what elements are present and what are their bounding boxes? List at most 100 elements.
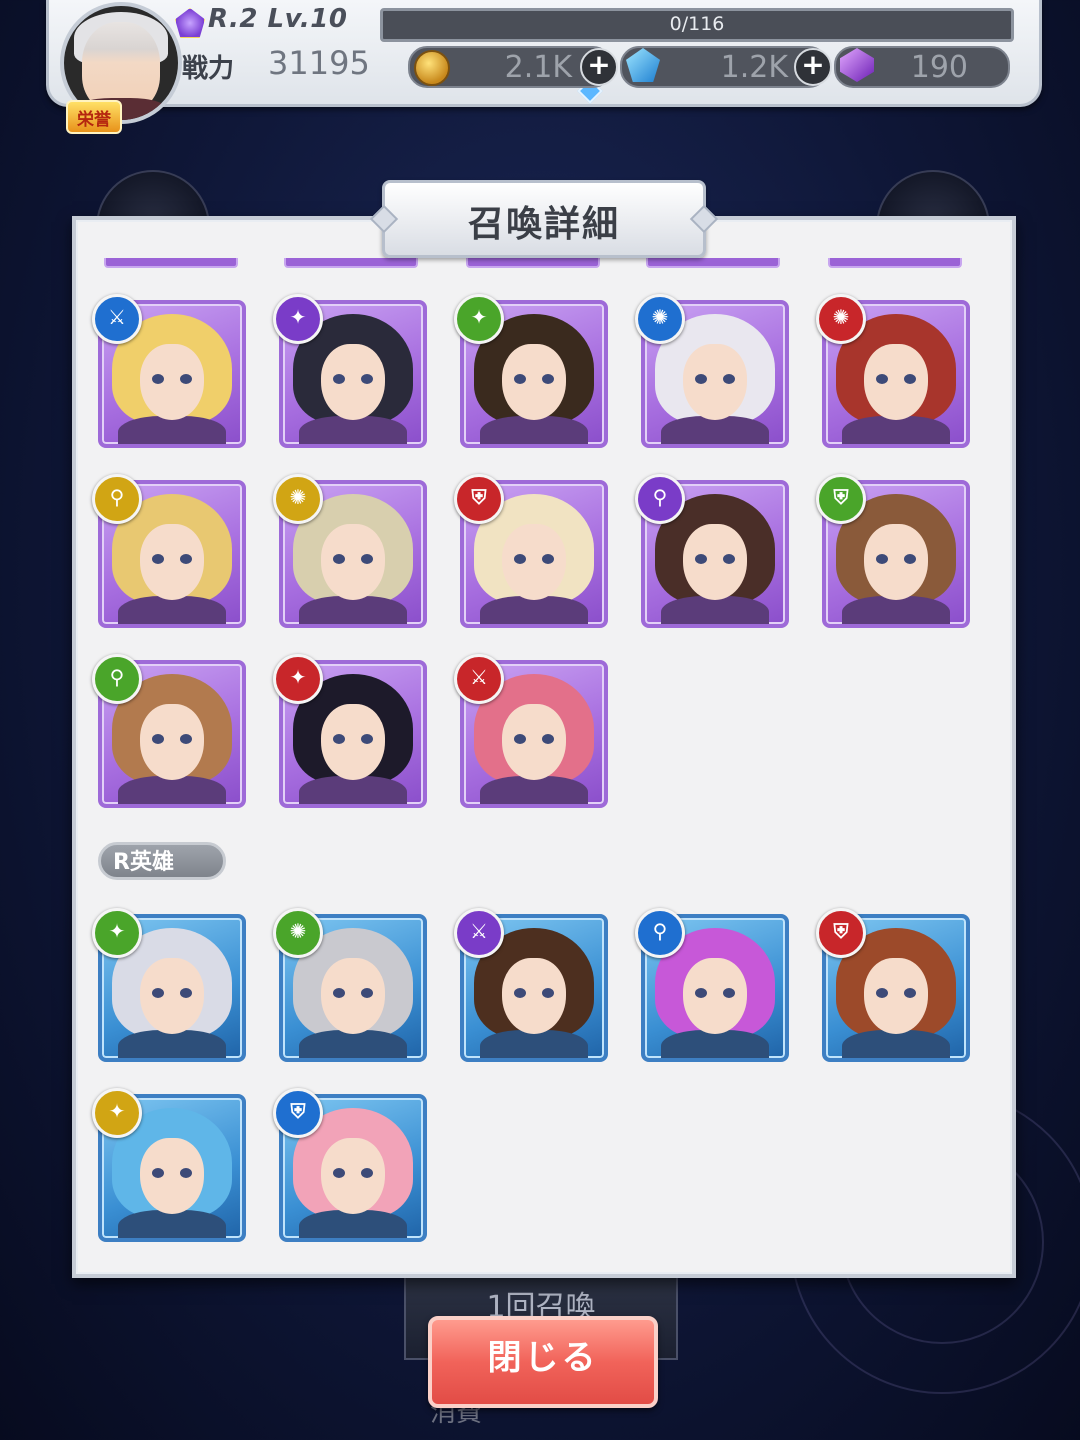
hero-body bbox=[842, 416, 950, 444]
hero-grid[interactable]: R英雄 ⚔ ✦ ✦ ✺ ✺ ⚲ ✺ ⛨ ⚲ ⛨ ⚲ ✦ ⚔ ✦ ✺ ⚔ ⚲ ⛨ ✦ ⛨ bbox=[76, 220, 1012, 1274]
hero-face bbox=[502, 704, 566, 780]
hero-eye bbox=[333, 374, 345, 384]
hero-eye bbox=[723, 988, 735, 998]
hero-body bbox=[842, 596, 950, 624]
sword-icon: ⚔ bbox=[92, 294, 142, 344]
hero-eye bbox=[904, 988, 916, 998]
add-crystal-button[interactable]: + bbox=[794, 48, 832, 86]
shield-icon: ⛨ bbox=[273, 1088, 323, 1138]
add-gold-button[interactable]: + bbox=[580, 48, 618, 86]
wings-icon: ✦ bbox=[92, 1088, 142, 1138]
hero-eye bbox=[180, 554, 192, 564]
honor-badge: 栄誉 bbox=[66, 100, 122, 134]
power-label: 戦力 bbox=[182, 54, 235, 84]
hero-eye bbox=[361, 734, 373, 744]
hero-face bbox=[140, 704, 204, 780]
staff-icon: ⚲ bbox=[92, 654, 142, 704]
hero-eye bbox=[695, 988, 707, 998]
staff-icon: ⚲ bbox=[635, 474, 685, 524]
hero-eye bbox=[361, 554, 373, 564]
hero-eye bbox=[361, 988, 373, 998]
hero-eye bbox=[514, 734, 526, 744]
wings-icon: ✦ bbox=[273, 294, 323, 344]
hero-eye bbox=[333, 988, 345, 998]
hero-body bbox=[480, 776, 588, 804]
hero-body bbox=[118, 416, 226, 444]
hero-body bbox=[480, 596, 588, 624]
hero-face bbox=[321, 704, 385, 780]
hero-face bbox=[140, 1138, 204, 1214]
summon-details-dialog: R英雄 ⚔ ✦ ✦ ✺ ✺ ⚲ ✺ ⛨ ⚲ ⛨ ⚲ ✦ ⚔ ✦ ✺ ⚔ ⚲ ⛨ ✦ ⛨ bbox=[72, 216, 1016, 1278]
shield-icon: ⛨ bbox=[816, 908, 866, 958]
hero-face bbox=[864, 958, 928, 1034]
hero-eye bbox=[695, 554, 707, 564]
shuriken-icon: ✺ bbox=[816, 294, 866, 344]
hero-eye bbox=[876, 554, 888, 564]
hero-eye bbox=[542, 374, 554, 384]
hero-face bbox=[502, 344, 566, 420]
hero-face bbox=[683, 524, 747, 600]
hero-face bbox=[683, 958, 747, 1034]
partial-hero-row bbox=[828, 258, 962, 268]
hero-eye bbox=[723, 554, 735, 564]
hero-eye bbox=[152, 554, 164, 564]
exp-bar: 0/116 bbox=[380, 8, 1014, 42]
hero-body bbox=[480, 1030, 588, 1058]
gem-icon bbox=[840, 48, 874, 82]
hero-body bbox=[661, 596, 769, 624]
partial-hero-row bbox=[646, 258, 780, 268]
hero-body bbox=[299, 1030, 407, 1058]
hero-eye bbox=[514, 554, 526, 564]
hero-face bbox=[321, 1138, 385, 1214]
hero-eye bbox=[904, 374, 916, 384]
hero-face bbox=[140, 958, 204, 1034]
staff-icon: ⚲ bbox=[92, 474, 142, 524]
hero-eye bbox=[876, 988, 888, 998]
hero-body bbox=[842, 1030, 950, 1058]
hero-face bbox=[864, 524, 928, 600]
hero-eye bbox=[361, 374, 373, 384]
hero-body bbox=[118, 596, 226, 624]
hero-face bbox=[321, 958, 385, 1034]
wings-icon: ✦ bbox=[454, 294, 504, 344]
partial-hero-row bbox=[466, 258, 600, 268]
hero-eye bbox=[361, 1168, 373, 1178]
hero-face bbox=[140, 344, 204, 420]
hero-body bbox=[299, 416, 407, 444]
hero-body bbox=[299, 776, 407, 804]
gold-value: 2.1K bbox=[504, 50, 572, 85]
shuriken-icon: ✺ bbox=[635, 294, 685, 344]
rank-level: R.2 Lv.10 bbox=[208, 4, 348, 34]
hero-eye bbox=[180, 1168, 192, 1178]
hero-eye bbox=[723, 374, 735, 384]
hero-face bbox=[683, 344, 747, 420]
hero-face bbox=[321, 524, 385, 600]
dialog-title: 召喚詳細 bbox=[467, 204, 620, 245]
gem-currency: 190 bbox=[834, 46, 1010, 88]
hero-eye bbox=[542, 554, 554, 564]
hero-face bbox=[502, 524, 566, 600]
hero-eye bbox=[152, 734, 164, 744]
hero-eye bbox=[333, 1168, 345, 1178]
crystal-icon bbox=[626, 48, 660, 82]
sword-icon: ⚔ bbox=[454, 654, 504, 704]
close-button[interactable]: 閉じる bbox=[428, 1316, 658, 1408]
hero-body bbox=[299, 596, 407, 624]
hero-eye bbox=[180, 734, 192, 744]
hero-eye bbox=[542, 988, 554, 998]
shield-icon: ⛨ bbox=[454, 474, 504, 524]
hero-eye bbox=[333, 734, 345, 744]
hero-eye bbox=[152, 374, 164, 384]
hero-body bbox=[480, 416, 588, 444]
shuriken-icon: ✺ bbox=[273, 908, 323, 958]
gold-coin-icon bbox=[414, 50, 450, 86]
dialog-title-plate: 召喚詳細 bbox=[382, 180, 706, 258]
wings-icon: ✦ bbox=[92, 908, 142, 958]
hero-face bbox=[864, 344, 928, 420]
staff-icon: ⚲ bbox=[635, 908, 685, 958]
hero-eye bbox=[542, 734, 554, 744]
partial-hero-row bbox=[284, 258, 418, 268]
hero-eye bbox=[333, 554, 345, 564]
hero-eye bbox=[514, 374, 526, 384]
hero-body bbox=[118, 1030, 226, 1058]
